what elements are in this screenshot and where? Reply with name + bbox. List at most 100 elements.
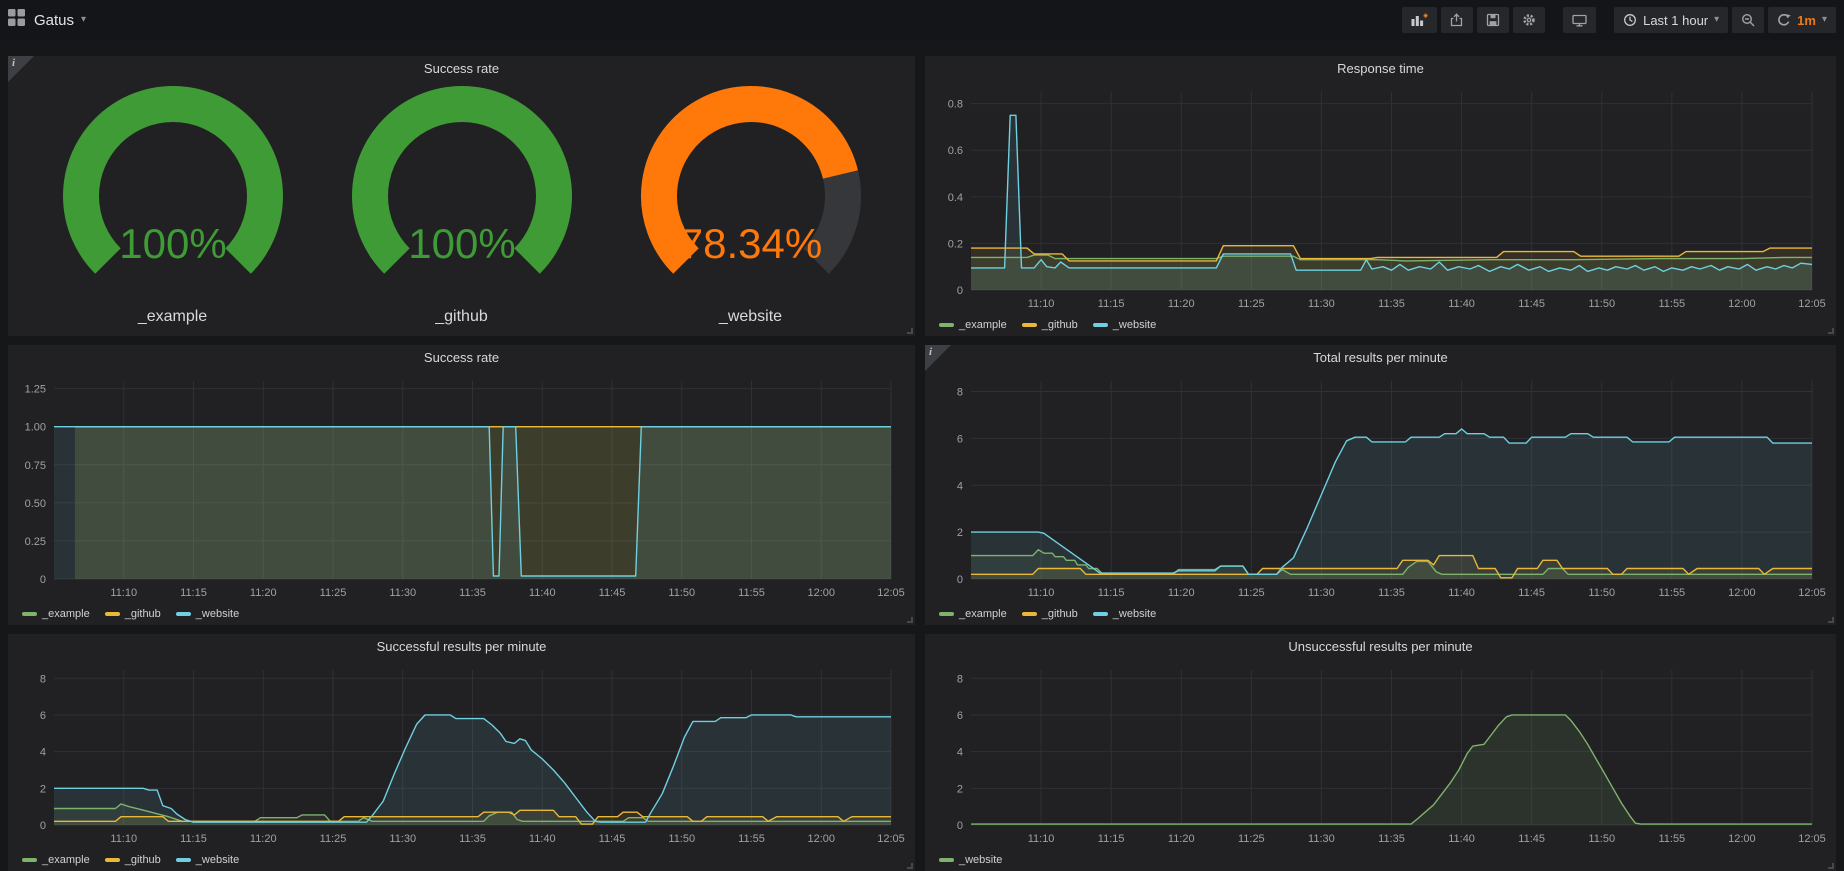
grafana-dashboard: Gatus ▾ xyxy=(0,0,1844,871)
legend-item-_website[interactable]: _website xyxy=(939,854,1002,866)
x-tick-label: 11:20 xyxy=(1168,298,1195,310)
legend-item-_example[interactable]: _example xyxy=(22,608,90,620)
legend-item-_example[interactable]: _example xyxy=(22,854,90,866)
tv-mode-button[interactable] xyxy=(1563,7,1596,33)
x-tick-label: 11:35 xyxy=(1378,587,1405,599)
y-tick-label: 0 xyxy=(957,820,963,832)
legend-item-_github[interactable]: _github xyxy=(105,854,161,866)
x-tick-label: 11:25 xyxy=(1238,587,1265,599)
legend: _example _github _website xyxy=(925,316,1836,336)
panel-resize-handle[interactable] xyxy=(1828,617,1834,623)
legend-item-_github[interactable]: _github xyxy=(105,608,161,620)
legend-swatch xyxy=(105,612,120,616)
panel-title[interactable]: Success rate xyxy=(8,345,915,371)
save-button[interactable] xyxy=(1477,7,1509,33)
total-results-per-minute-plot[interactable]: 0246811:1011:1511:2011:2511:3011:3511:40… xyxy=(925,371,1836,605)
x-tick-label: 12:00 xyxy=(807,833,835,845)
x-tick-label: 11:25 xyxy=(1238,833,1265,845)
response-time-chart[interactable]: 00.20.40.60.811:1011:1511:2011:2511:3011… xyxy=(925,82,1836,316)
legend-label: _example xyxy=(42,854,90,866)
x-tick-label: 11:10 xyxy=(110,833,137,845)
legend-item-_website[interactable]: _website xyxy=(1093,319,1156,331)
success-rate-chart[interactable]: 00.250.500.751.001.2511:1011:1511:2011:2… xyxy=(8,371,915,605)
panel-resize-handle[interactable] xyxy=(907,863,913,869)
clock-icon xyxy=(1623,13,1637,27)
monitor-icon xyxy=(1572,13,1587,27)
y-tick-label: 0.4 xyxy=(948,192,963,204)
caret-down-icon: ▾ xyxy=(1822,15,1827,25)
time-range-picker[interactable]: Last 1 hour ▾ xyxy=(1614,7,1728,33)
legend-item-_website[interactable]: _website xyxy=(1093,608,1156,620)
success-rate-plot[interactable]: 00.250.500.751.001.2511:1011:1511:2011:2… xyxy=(8,371,915,605)
response-time-plot[interactable]: 00.20.40.60.811:1011:1511:2011:2511:3011… xyxy=(925,82,1836,316)
x-tick-label: 12:00 xyxy=(1728,298,1756,310)
x-tick-label: 11:35 xyxy=(1378,833,1405,845)
unsuccessful-results-per-minute-plot[interactable]: 0246811:1011:1511:2011:2511:3011:3511:40… xyxy=(925,660,1836,851)
total-results-chart[interactable]: 0246811:1011:1511:2011:2511:3011:3511:40… xyxy=(925,371,1836,605)
legend-item-_github[interactable]: _github xyxy=(1022,319,1078,331)
share-button[interactable] xyxy=(1441,7,1473,33)
panel-title[interactable]: Success rate xyxy=(8,56,915,82)
x-tick-label: 11:15 xyxy=(1098,298,1125,310)
y-tick-label: 8 xyxy=(957,673,963,685)
gauge-_github: 100%_github xyxy=(340,82,584,326)
x-tick-label: 11:40 xyxy=(1448,833,1475,845)
panel-title[interactable]: Response time xyxy=(925,56,1836,82)
x-tick-label: 12:05 xyxy=(877,833,905,845)
zoom-out-icon xyxy=(1741,13,1755,27)
legend-label: _example xyxy=(959,319,1007,331)
legend-item-_github[interactable]: _github xyxy=(1022,608,1078,620)
x-tick-label: 11:10 xyxy=(1028,587,1055,599)
x-tick-label: 12:00 xyxy=(807,587,835,599)
panel-resize-handle[interactable] xyxy=(907,617,913,623)
add-panel-button[interactable] xyxy=(1402,7,1437,33)
legend-swatch xyxy=(939,858,954,862)
x-tick-label: 12:00 xyxy=(1728,833,1756,845)
legend-item-_example[interactable]: _example xyxy=(939,319,1007,331)
panel-success-rate-gauges: i Success rate 100%_example100%_github78… xyxy=(8,56,915,336)
legend-label: _website xyxy=(1113,608,1156,620)
panel-resize-handle[interactable] xyxy=(1828,863,1834,869)
y-tick-label: 0 xyxy=(40,820,46,832)
x-tick-label: 11:35 xyxy=(1378,298,1405,310)
unsuccessful-results-chart[interactable]: 0246811:1011:1511:2011:2511:3011:3511:40… xyxy=(925,660,1836,851)
y-tick-label: 4 xyxy=(957,480,963,492)
panel-title[interactable]: Unsuccessful results per minute xyxy=(925,634,1836,660)
panel-info-corner[interactable]: i xyxy=(925,345,951,371)
dashboard-title-dropdown[interactable]: Gatus ▾ xyxy=(34,12,86,29)
x-tick-label: 11:35 xyxy=(459,587,486,599)
panel-resize-handle[interactable] xyxy=(1828,328,1834,334)
legend: _example _github _website xyxy=(8,851,915,871)
zoom-out-button[interactable] xyxy=(1732,7,1764,33)
panel-title[interactable]: Total results per minute xyxy=(925,345,1836,371)
panel-resize-handle[interactable] xyxy=(907,328,913,334)
y-tick-label: 0 xyxy=(957,285,963,297)
legend-swatch xyxy=(105,858,120,862)
settings-button[interactable] xyxy=(1513,7,1545,33)
refresh-picker[interactable]: 1m ▾ xyxy=(1768,7,1836,33)
gear-icon xyxy=(1522,13,1536,27)
x-tick-label: 11:55 xyxy=(738,833,765,845)
y-tick-label: 2 xyxy=(957,783,963,795)
panel-title[interactable]: Successful results per minute xyxy=(8,634,915,660)
gauge-value: 100% xyxy=(119,220,226,267)
legend-item-_example[interactable]: _example xyxy=(939,608,1007,620)
legend-item-_website[interactable]: _website xyxy=(176,608,239,620)
y-tick-label: 4 xyxy=(40,747,46,759)
grid-layout-icon[interactable] xyxy=(8,9,25,31)
legend-label: _github xyxy=(1042,319,1078,331)
x-tick-label: 11:55 xyxy=(1658,298,1685,310)
x-tick-label: 11:45 xyxy=(1518,833,1545,845)
x-tick-label: 11:50 xyxy=(1588,833,1615,845)
x-tick-label: 11:15 xyxy=(1098,587,1125,599)
legend-item-_website[interactable]: _website xyxy=(176,854,239,866)
x-tick-label: 11:35 xyxy=(459,833,486,845)
x-tick-label: 11:45 xyxy=(1518,298,1545,310)
x-tick-label: 11:10 xyxy=(1028,833,1055,845)
legend-label: _website xyxy=(959,854,1002,866)
y-tick-label: 8 xyxy=(957,387,963,399)
successful-results-chart[interactable]: 0246811:1011:1511:2011:2511:3011:3511:40… xyxy=(8,660,915,851)
panel-info-corner[interactable]: i xyxy=(8,56,34,82)
successful-results-per-minute-plot[interactable]: 0246811:1011:1511:2011:2511:3011:3511:40… xyxy=(8,660,915,851)
caret-down-icon: ▾ xyxy=(81,15,86,25)
